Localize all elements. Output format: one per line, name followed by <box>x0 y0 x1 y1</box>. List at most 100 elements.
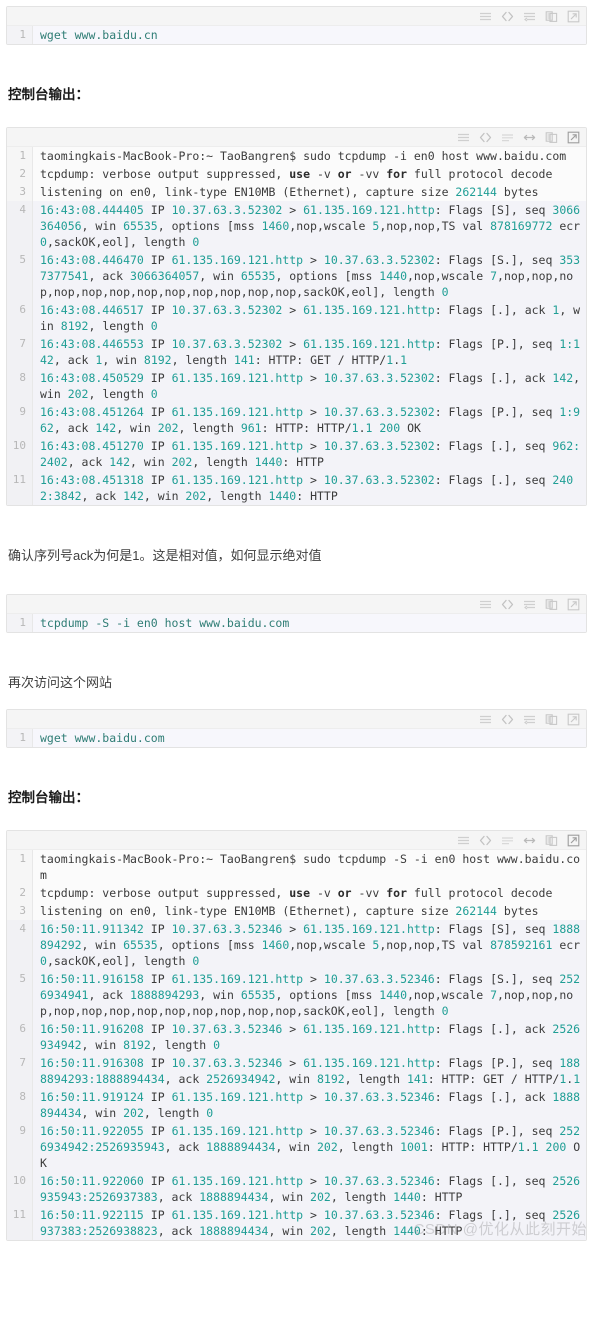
line-content: 16:50:11.922060 IP 61.135.169.121.http >… <box>33 1172 586 1206</box>
line-content: 16:50:11.916308 IP 10.37.63.3.52346 > 61… <box>33 1054 586 1088</box>
menu-icon[interactable] <box>479 10 492 23</box>
line-content: listening on en0, link-type EN10MB (Ethe… <box>40 904 539 918</box>
console-line: 11 16:50:11.922115 IP 61.135.169.121.http… <box>7 1206 586 1240</box>
menu-icon[interactable] <box>479 598 492 611</box>
resize-horizontal-icon[interactable] <box>523 131 536 144</box>
line-content: 16:50:11.922115 IP 61.135.169.121.http >… <box>33 1206 586 1240</box>
code-body[interactable]: 1 tcpdump -S -i en0 host www.baidu.com <box>7 614 586 632</box>
line-content: tcpdump -S -i en0 host www.baidu.com <box>33 614 586 632</box>
copy-icon[interactable] <box>545 598 558 611</box>
copy-icon[interactable] <box>545 834 558 847</box>
code-body[interactable]: 1 wget www.baidu.com <box>7 729 586 747</box>
console-block-2: 1 taomingkais-MacBook-Pro:~ TaoBangren$ s… <box>6 830 587 1241</box>
line-number: 5 <box>7 970 33 1020</box>
expand-icon[interactable] <box>567 10 580 23</box>
line-content: 16:43:08.446517 IP 10.37.63.3.52302 > 61… <box>33 301 586 335</box>
code-block-wget-baidu-cn: 1 wget www.baidu.cn <box>6 6 587 45</box>
console-line: 10 16:43:08.451270 IP 61.135.169.121.http… <box>7 437 586 471</box>
console-line: 11 16:43:08.451318 IP 61.135.169.121.http… <box>7 471 586 505</box>
note-ack-question: 确认序列号ack为何是1。这是相对值，如何显示绝对值 <box>8 548 322 563</box>
console-body[interactable]: 1 taomingkais-MacBook-Pro:~ TaoBangren$ s… <box>7 850 586 1240</box>
console-line: 2 tcpdump: verbose output suppressed, use… <box>7 884 586 902</box>
line-content: 16:43:08.446470 IP 61.135.169.121.http >… <box>33 251 586 301</box>
menu-icon[interactable] <box>457 131 470 144</box>
line-number: 7 <box>7 1054 33 1088</box>
resize-horizontal-icon[interactable] <box>523 834 536 847</box>
line-number: 8 <box>7 1088 33 1122</box>
expand-icon[interactable] <box>567 834 580 847</box>
console-line: 5 16:50:11.916158 IP 61.135.169.121.http … <box>7 970 586 1020</box>
line-content: 16:43:08.451318 IP 61.135.169.121.http >… <box>33 471 586 505</box>
console-line: 8 16:50:11.919124 IP 61.135.169.121.http … <box>7 1088 586 1122</box>
code-body[interactable]: 1 wget www.baidu.cn <box>7 26 586 44</box>
code-icon[interactable] <box>501 598 514 611</box>
copy-icon[interactable] <box>545 10 558 23</box>
console-toolbar <box>7 128 586 147</box>
code-block-tcpdump-S: 1 tcpdump -S -i en0 host www.baidu.com <box>6 594 587 633</box>
console-line: 1 taomingkais-MacBook-Pro:~ TaoBangren$ s… <box>7 147 586 165</box>
console-line: 4 16:43:08.444405 IP 10.37.63.3.52302 > 6… <box>7 201 586 251</box>
code-line: 1 wget www.baidu.cn <box>7 26 586 44</box>
console-line: 7 16:43:08.446553 IP 10.37.63.3.52302 > 6… <box>7 335 586 369</box>
code-icon[interactable] <box>479 131 492 144</box>
line-number: 6 <box>7 1020 33 1054</box>
expand-icon[interactable] <box>567 131 580 144</box>
line-content: 16:50:11.916158 IP 61.135.169.121.http >… <box>33 970 586 1020</box>
code-toolbar <box>7 710 586 729</box>
copy-icon[interactable] <box>545 131 558 144</box>
menu-icon[interactable] <box>479 713 492 726</box>
copy-icon[interactable] <box>545 713 558 726</box>
note-revisit: 再次访问这个网站 <box>8 675 113 690</box>
line-number: 1 <box>7 614 33 632</box>
menu-icon[interactable] <box>457 834 470 847</box>
line-number: 8 <box>7 369 33 403</box>
line-content: taomingkais-MacBook-Pro:~ TaoBangren$ su… <box>40 852 581 882</box>
wrap-icon[interactable] <box>501 131 514 144</box>
wrap-icon[interactable] <box>523 598 536 611</box>
console-line: 1 taomingkais-MacBook-Pro:~ TaoBangren$ s… <box>7 850 586 884</box>
line-content: wget www.baidu.cn <box>33 26 586 44</box>
wrap-icon[interactable] <box>523 713 536 726</box>
line-number: 9 <box>7 1122 33 1172</box>
line-number: 5 <box>7 251 33 301</box>
line-number: 6 <box>7 301 33 335</box>
console-body[interactable]: 1 taomingkais-MacBook-Pro:~ TaoBangren$ s… <box>7 147 586 505</box>
line-content: listening on en0, link-type EN10MB (Ethe… <box>40 185 539 199</box>
line-number: 2 <box>7 884 33 902</box>
code-toolbar <box>7 7 586 26</box>
line-number: 11 <box>7 471 33 505</box>
line-content: 16:43:08.451270 IP 61.135.169.121.http >… <box>33 437 586 471</box>
expand-icon[interactable] <box>567 598 580 611</box>
line-number: 9 <box>7 403 33 437</box>
code-icon[interactable] <box>501 10 514 23</box>
console-line: 6 16:50:11.916208 IP 10.37.63.3.52346 > 6… <box>7 1020 586 1054</box>
console-toolbar <box>7 831 586 850</box>
line-number: 4 <box>7 201 33 251</box>
line-content: 16:50:11.922055 IP 61.135.169.121.http >… <box>33 1122 586 1172</box>
line-content: 16:50:11.911342 IP 10.37.63.3.52346 > 61… <box>33 920 586 970</box>
line-content: 16:50:11.916208 IP 10.37.63.3.52346 > 61… <box>33 1020 586 1054</box>
line-number: 4 <box>7 920 33 970</box>
expand-icon[interactable] <box>567 713 580 726</box>
wrap-icon[interactable] <box>523 10 536 23</box>
console-line: 4 16:50:11.911342 IP 10.37.63.3.52346 > 6… <box>7 920 586 970</box>
console-line: 2 tcpdump: verbose output suppressed, use… <box>7 165 586 183</box>
line-content: 16:43:08.446553 IP 10.37.63.3.52302 > 61… <box>33 335 586 369</box>
wrap-icon[interactable] <box>501 834 514 847</box>
line-number: 1 <box>7 729 33 747</box>
code-icon[interactable] <box>501 713 514 726</box>
line-number: 1 <box>7 147 33 165</box>
console-line: 9 16:50:11.922055 IP 61.135.169.121.http … <box>7 1122 586 1172</box>
line-number: 2 <box>7 165 33 183</box>
code-icon[interactable] <box>479 834 492 847</box>
code-block-wget-baidu-com: 1 wget www.baidu.com <box>6 709 587 748</box>
console-line: 8 16:43:08.450529 IP 61.135.169.121.http … <box>7 369 586 403</box>
console-line: 3 listening on en0, link-type EN10MB (Eth… <box>7 183 586 201</box>
